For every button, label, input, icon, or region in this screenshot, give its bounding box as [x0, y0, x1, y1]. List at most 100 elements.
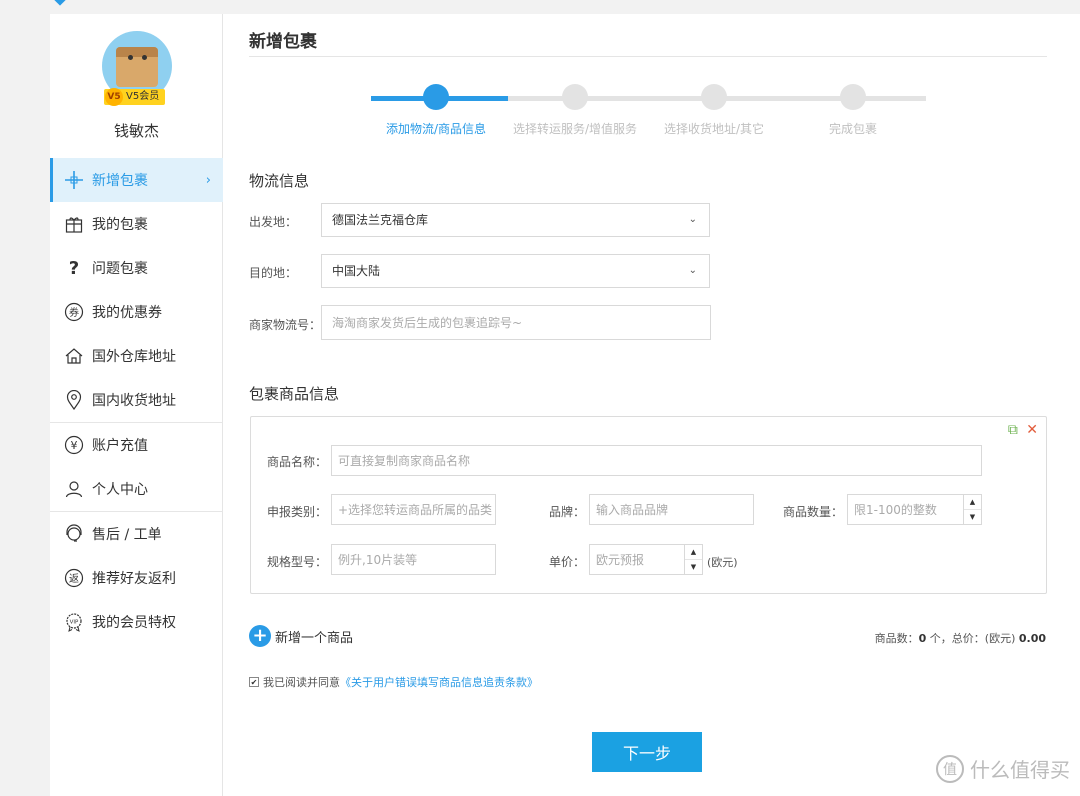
sidebar-item-coupons[interactable]: 券 我的优惠券 [50, 290, 223, 334]
chevron-down-icon: ⌄ [688, 214, 697, 225]
spec-input[interactable] [331, 544, 496, 575]
tracking-number-input[interactable] [321, 305, 711, 340]
sidebar-item-label: 问题包裹 [92, 261, 148, 277]
gift-icon [64, 214, 84, 234]
sidebar-item-label: 国外仓库地址 [92, 349, 176, 365]
sidebar-item-label: 我的优惠券 [92, 305, 162, 321]
brand-label: 品牌： [549, 505, 586, 519]
quantity-label: 商品数量： [783, 505, 844, 519]
close-icon[interactable]: ✕ [1026, 422, 1038, 438]
chevron-down-icon: ⌄ [688, 265, 697, 276]
copy-icon[interactable]: ⧉ [1008, 422, 1018, 438]
sidebar-item-label: 新增包裹 [92, 173, 148, 189]
sidebar-item-my-packages[interactable]: 我的包裹 [50, 202, 223, 246]
box-character-icon [116, 47, 158, 87]
headset-icon [64, 524, 84, 544]
house-icon [64, 346, 84, 366]
step-2-label: 选择转运服务/增值服务 [512, 122, 638, 136]
price-unit: (欧元) [707, 556, 738, 569]
origin-label: 出发地： [249, 215, 298, 229]
progress-steps: 添加物流/商品信息 选择转运服务/增值服务 选择收货地址/其它 完成包裹 [371, 84, 931, 144]
terms-agreement: ✔ 我已阅读并同意 《关于用户错误填写商品信息追责条款》 [249, 674, 538, 690]
sidebar-item-label: 账户充值 [92, 438, 148, 454]
caret-down-icon[interactable]: ▼ [964, 510, 981, 525]
sidebar-menu: 新增包裹 › 我的包裹 ? 问题包裹 券 我的优惠券 国外仓库地址 国内收货地址… [50, 158, 223, 644]
origin-select[interactable]: 德国法兰克福仓库 ⌄ [321, 203, 710, 237]
sidebar-item-domestic-address[interactable]: 国内收货地址 [50, 378, 223, 422]
main-panel: 新增包裹 添加物流/商品信息 选择转运服务/增值服务 选择收货地址/其它 完成包… [223, 14, 1080, 796]
top-bar [0, 0, 1080, 14]
sidebar-item-label: 国内收货地址 [92, 393, 176, 409]
quantity-stepper[interactable]: ▲ ▼ [963, 494, 982, 525]
destination-select[interactable]: 中国大陆 ⌄ [321, 254, 710, 288]
goods-summary: 商品数：0 个，总价：(欧元) 0.00 [874, 632, 1046, 645]
sidebar-item-label: 售后 / 工单 [92, 527, 162, 543]
breadcrumb [54, 0, 70, 7]
avatar[interactable]: V5 V5会员 [102, 31, 172, 106]
step-3-dot [701, 84, 727, 110]
sidebar: V5 V5会员 钱敏杰 新增包裹 › 我的包裹 ? 问题包裹 券 我的优惠券 国… [50, 14, 223, 796]
terms-link[interactable]: 《关于用户错误填写商品信息追责条款》 [340, 674, 538, 690]
sidebar-item-label: 个人中心 [92, 482, 148, 498]
price-input[interactable] [589, 544, 685, 575]
price-stepper[interactable]: ▲ ▼ [684, 544, 703, 575]
step-1-label: 添加物流/商品信息 [385, 122, 487, 136]
vip-icon: VIP [64, 612, 84, 632]
smzdm-logo-icon: 值 [936, 754, 964, 783]
add-goods-label: 新增一个商品 [275, 630, 354, 646]
caret-up-icon[interactable]: ▲ [685, 545, 702, 560]
eye-icon [142, 55, 147, 60]
sidebar-item-label: 我的包裹 [92, 217, 148, 233]
coupon-icon: 券 [64, 302, 84, 322]
agree-checkbox[interactable]: ✔ [249, 677, 259, 687]
watermark: 值 什么值得买 [936, 754, 1070, 783]
page-title: 新增包裹 [249, 32, 317, 52]
tracking-label: 商家物流号： [249, 318, 322, 332]
step-4-dot [840, 84, 866, 110]
step-3-label: 选择收货地址/其它 [663, 122, 765, 136]
vip-level-icon: V5 [105, 88, 123, 106]
goods-item-tools: ⧉ ✕ [1008, 422, 1038, 438]
category-label: 申报类别： [267, 505, 328, 519]
sidebar-item-referral[interactable]: 返 推荐好友返利 [50, 556, 223, 600]
svg-text:券: 券 [69, 306, 79, 319]
caret-up-icon[interactable]: ▲ [964, 495, 981, 510]
sidebar-item-vip-privileges[interactable]: VIP 我的会员特权 [50, 600, 223, 644]
brand-input[interactable] [589, 494, 754, 525]
caret-down-icon[interactable]: ▼ [685, 560, 702, 575]
rebate-icon: 返 [64, 568, 84, 588]
sidebar-item-problem-packages[interactable]: ? 问题包裹 [50, 246, 223, 290]
vip-badge: V5 V5会员 [104, 88, 166, 106]
goods-name-label: 商品名称： [267, 455, 328, 469]
title-divider [249, 56, 1047, 57]
sidebar-item-profile[interactable]: 个人中心 [50, 467, 223, 511]
step-1-dot [423, 84, 449, 110]
quantity-input[interactable] [847, 494, 964, 525]
logistics-section-title: 物流信息 [249, 172, 310, 190]
price-label: 单价： [549, 555, 586, 569]
destination-label: 目的地： [249, 266, 298, 280]
diamond-icon [54, 0, 66, 6]
goods-name-input[interactable] [331, 445, 982, 476]
sidebar-item-recharge[interactable]: ¥ 账户充值 [50, 423, 223, 467]
next-step-button[interactable]: 下一步 [592, 732, 702, 772]
plus-circle-icon: + [249, 625, 271, 647]
add-goods-button[interactable]: + 新增一个商品 [249, 625, 353, 647]
svg-text:返: 返 [69, 573, 79, 585]
plus-icon [64, 170, 84, 190]
sidebar-item-after-sales[interactable]: 售后 / 工单 [50, 512, 223, 556]
category-input[interactable] [331, 494, 496, 525]
spec-label: 规格型号： [267, 555, 328, 569]
yen-icon: ¥ [64, 435, 84, 455]
sidebar-item-overseas-warehouse[interactable]: 国外仓库地址 [50, 334, 223, 378]
username: 钱敏杰 [113, 122, 159, 140]
eye-icon [128, 55, 133, 60]
question-icon: ? [68, 257, 80, 279]
chevron-right-icon: › [205, 172, 211, 188]
sidebar-item-label: 我的会员特权 [92, 615, 176, 631]
goods-section-title: 包裹商品信息 [249, 385, 340, 403]
svg-text:VIP: VIP [70, 620, 79, 626]
goods-total: 0.00 [1018, 632, 1046, 645]
sidebar-item-new-package[interactable]: 新增包裹 › [50, 158, 223, 202]
user-icon [64, 479, 84, 499]
